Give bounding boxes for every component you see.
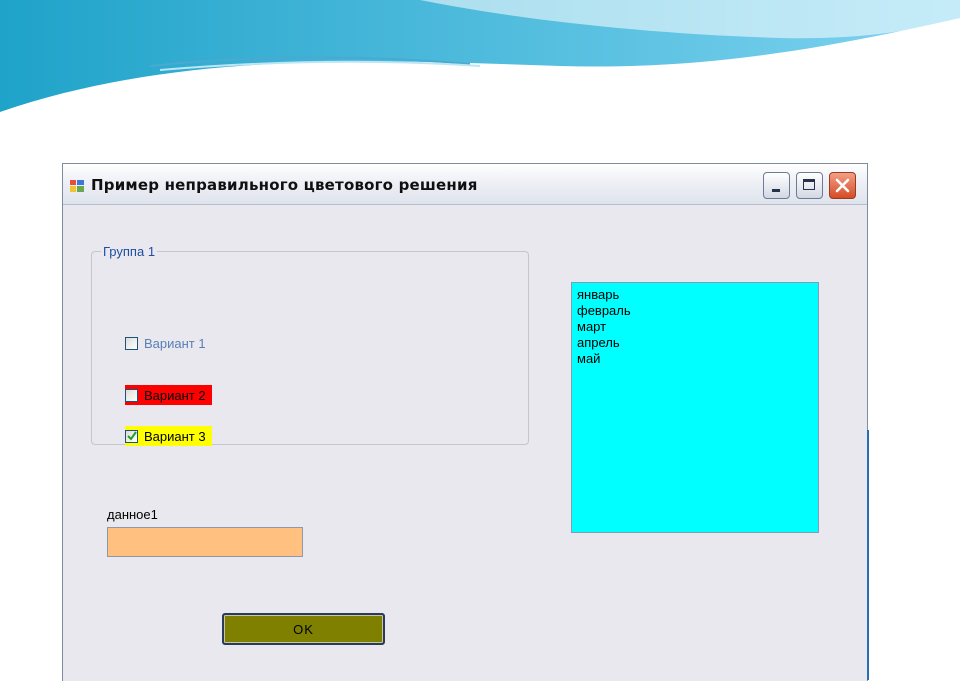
close-button[interactable] — [829, 172, 856, 199]
ok-button[interactable]: OK — [222, 613, 385, 645]
list-item[interactable]: март — [577, 319, 813, 335]
option-label-1: Вариант 1 — [144, 335, 206, 351]
group-box-title: Группа 1 — [101, 244, 158, 259]
title-bar[interactable]: Пример неправильного цветового решения — [63, 164, 867, 205]
list-item[interactable]: май — [577, 351, 813, 367]
maximize-icon — [803, 179, 815, 190]
window-title: Пример неправильного цветового решения — [91, 176, 478, 194]
list-item[interactable]: февраль — [577, 303, 813, 319]
header-swoosh-decoration — [0, 0, 960, 112]
window-client-area: Группа 1 Вариант 1 Вариант 2 Вариант 3 д… — [63, 205, 867, 681]
data-field-input[interactable] — [107, 527, 303, 557]
minimize-icon — [772, 189, 780, 192]
option-checkbox-3[interactable]: Вариант 3 — [125, 426, 212, 446]
option-label-3: Вариант 3 — [144, 428, 206, 444]
close-icon — [835, 178, 850, 193]
checkbox-box[interactable] — [125, 336, 138, 350]
app-window: Пример неправильного цветового решения Г… — [62, 163, 868, 681]
window-edge-highlight — [867, 430, 869, 680]
checkbox-box[interactable] — [125, 429, 138, 443]
list-item[interactable]: январь — [577, 287, 813, 303]
list-item[interactable]: апрель — [577, 335, 813, 351]
minimize-button[interactable] — [763, 172, 790, 199]
field-label: данное1 — [107, 507, 158, 522]
checkbox-box[interactable] — [125, 388, 138, 402]
option-checkbox-2[interactable]: Вариант 2 — [125, 385, 212, 405]
maximize-button[interactable] — [796, 172, 823, 199]
option-checkbox-1[interactable]: Вариант 1 — [125, 333, 210, 353]
app-window-icon — [70, 180, 84, 192]
months-listbox[interactable]: январь февраль март апрель май — [571, 282, 819, 533]
checkmark-icon — [127, 430, 137, 441]
option-label-2: Вариант 2 — [144, 387, 206, 403]
ok-button-label: OK — [293, 621, 314, 637]
